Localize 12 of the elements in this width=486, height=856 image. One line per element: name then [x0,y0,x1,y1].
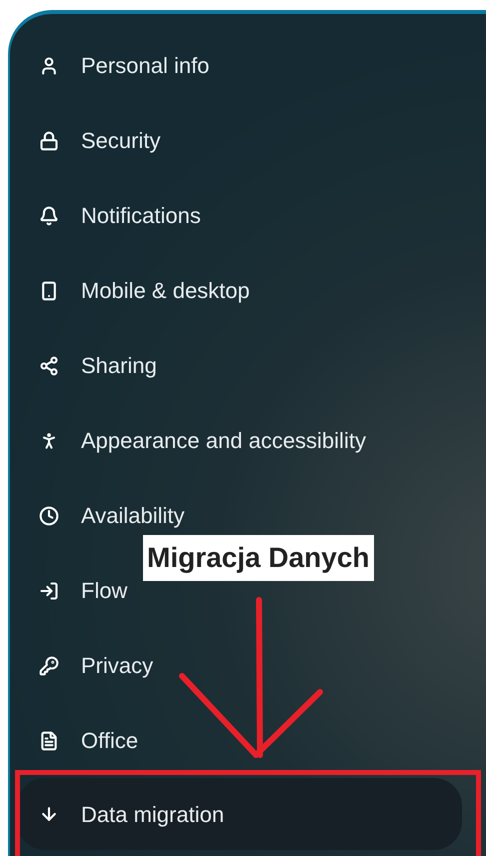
menu-item[interactable]: Personal info [17,48,214,84]
menu-item[interactable]: Security [17,122,164,158]
menu-item[interactable]: Availability [17,498,189,534]
menu-item[interactable]: Office [17,722,142,758]
menu-item[interactable]: Appearance and accessibility [17,422,370,458]
annotation-label: Migracja Danych [143,535,374,581]
menu-item[interactable]: Flow [17,572,132,608]
menu-item[interactable]: Sharing [17,348,161,384]
menu-item[interactable]: Privacy [17,648,158,684]
menu-item[interactable]: Notifications [17,198,205,234]
menu-item[interactable]: Data migration [17,778,462,850]
menu-item[interactable]: Mobile & desktop [17,272,254,308]
